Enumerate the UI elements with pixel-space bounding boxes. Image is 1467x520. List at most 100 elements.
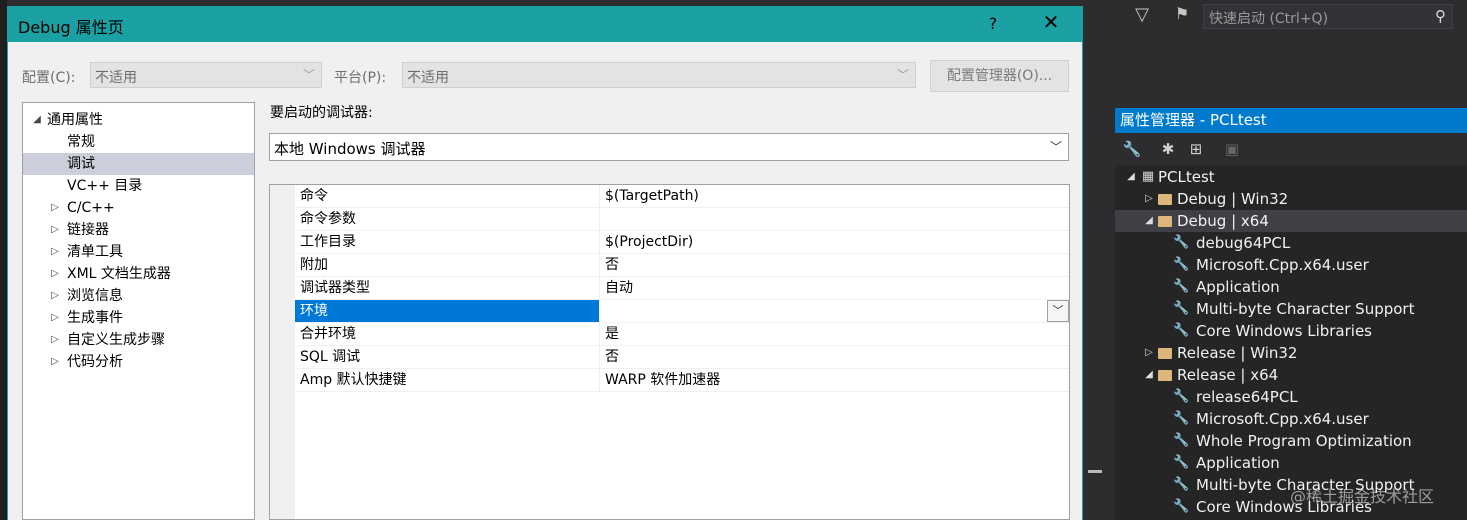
property-tree-item[interactable]: ▷ Release | Win32 bbox=[1115, 342, 1467, 364]
expand-arrow-icon[interactable]: ▷ bbox=[49, 197, 61, 219]
property-tree-item[interactable]: 🔧 Multi-byte Character Support bbox=[1115, 298, 1467, 320]
property-row[interactable]: 工作目录 $(ProjectDir) bbox=[295, 231, 1069, 254]
property-value[interactable]: $(TargetPath) bbox=[600, 185, 1069, 207]
editor-background bbox=[0, 0, 7, 520]
property-name: 命令参数 bbox=[295, 208, 600, 230]
nav-item[interactable]: ▷ 自定义生成步骤 bbox=[23, 329, 254, 351]
nav-item[interactable]: ◢ 通用属性 bbox=[23, 109, 254, 131]
nav-item[interactable]: ▷ 清单工具 bbox=[23, 241, 254, 263]
property-sheet-icon: 🔧 bbox=[1173, 499, 1190, 514]
property-row[interactable]: 命令 $(TargetPath) bbox=[295, 185, 1069, 208]
property-value[interactable]: 否 bbox=[600, 346, 1069, 368]
expand-arrow-icon[interactable]: ▷ bbox=[1143, 188, 1155, 210]
collapse-arrow-icon[interactable]: ◢ bbox=[1143, 364, 1155, 386]
nav-item-label: 代码分析 bbox=[67, 354, 123, 370]
nav-item-label: 常规 bbox=[67, 134, 95, 150]
expand-arrow-icon[interactable]: ▷ bbox=[49, 285, 61, 307]
folder-icon bbox=[1158, 194, 1172, 205]
nav-item[interactable]: ▷ 代码分析 bbox=[23, 351, 254, 373]
vertical-scrollbar[interactable] bbox=[1086, 130, 1104, 520]
scrollbar-thumb[interactable] bbox=[1088, 470, 1102, 473]
property-tree-item[interactable]: 🔧 release64PCL bbox=[1115, 386, 1467, 408]
config-manager-button[interactable]: 配置管理器(O)... bbox=[930, 60, 1069, 92]
property-value[interactable]: 是 bbox=[600, 323, 1069, 345]
chevron-down-icon[interactable]: ﹀ bbox=[1047, 300, 1069, 322]
property-tree-label: Release | Win32 bbox=[1177, 344, 1298, 362]
property-name: 命令 bbox=[295, 185, 600, 207]
property-name: Amp 默认快捷键 bbox=[295, 369, 600, 391]
save-icon[interactable]: ▣ bbox=[1221, 138, 1243, 160]
debugger-select[interactable]: 本地 Windows 调试器 ﹀ bbox=[269, 133, 1069, 161]
config-select[interactable]: 不适用 ﹀ bbox=[90, 62, 322, 88]
expand-arrow-icon[interactable]: ▷ bbox=[1143, 342, 1155, 364]
expand-arrow-icon[interactable]: ▷ bbox=[49, 351, 61, 373]
property-value[interactable] bbox=[600, 300, 1069, 322]
collapse-arrow-icon[interactable]: ◢ bbox=[31, 109, 43, 131]
help-button[interactable]: ? bbox=[978, 14, 1008, 33]
dialog-title: Debug 属性页 bbox=[18, 18, 124, 37]
collapse-arrow-icon[interactable]: ◢ bbox=[1143, 210, 1155, 232]
property-row[interactable]: Amp 默认快捷键 WARP 软件加速器 bbox=[295, 369, 1069, 392]
property-tree-item[interactable]: ▷ Debug | Win32 bbox=[1115, 188, 1467, 210]
chevron-down-icon: ﹀ bbox=[1049, 140, 1062, 154]
property-tree-item[interactable]: 🔧 Microsoft.Cpp.x64.user bbox=[1115, 254, 1467, 276]
expand-arrow-icon[interactable]: ▷ bbox=[49, 307, 61, 329]
nav-item[interactable]: ▷ 链接器 bbox=[23, 219, 254, 241]
property-tree-label: Application bbox=[1196, 454, 1280, 472]
property-tree-item[interactable]: ◢ ▦ PCLtest bbox=[1115, 166, 1467, 188]
expand-arrow-icon[interactable]: ▷ bbox=[49, 241, 61, 263]
property-value[interactable]: 否 bbox=[600, 254, 1069, 276]
filter-icon[interactable]: ▽ bbox=[1130, 4, 1154, 28]
property-row[interactable]: 环境 ﹀ bbox=[295, 300, 1069, 323]
property-value[interactable]: $(ProjectDir) bbox=[600, 231, 1069, 253]
property-tree-item[interactable]: 🔧 debug64PCL bbox=[1115, 232, 1467, 254]
search-icon[interactable]: ⚲ bbox=[1435, 7, 1446, 25]
property-value[interactable] bbox=[600, 208, 1069, 230]
property-tree-item[interactable]: 🔧 Application bbox=[1115, 452, 1467, 474]
property-pages-dialog: Debug 属性页 ? ✕ 配置(C): 不适用 ﹀ 平台(P): 不适用 ﹀ … bbox=[7, 6, 1083, 520]
add-existing-sheet-icon[interactable]: ⊞ bbox=[1185, 138, 1207, 160]
nav-item-label: VC++ 目录 bbox=[67, 178, 143, 194]
feedback-icon[interactable]: ⚑ bbox=[1170, 4, 1194, 28]
property-name: 合并环境 bbox=[295, 323, 600, 345]
expand-arrow-icon[interactable]: ▷ bbox=[49, 263, 61, 285]
add-new-sheet-icon[interactable]: ✱ bbox=[1157, 138, 1179, 160]
folder-icon bbox=[1158, 348, 1172, 359]
expand-arrow-icon[interactable]: ▷ bbox=[49, 219, 61, 241]
property-value[interactable]: WARP 软件加速器 bbox=[600, 369, 1069, 391]
property-row[interactable]: 附加否 bbox=[295, 254, 1069, 277]
nav-item[interactable]: 调试 bbox=[23, 153, 254, 175]
collapse-arrow-icon[interactable]: ◢ bbox=[1125, 166, 1137, 188]
property-grid: 命令 $(TargetPath) 命令参数 工作目录 $(ProjectDir) 附加否调… bbox=[269, 184, 1070, 520]
close-button[interactable]: ✕ bbox=[1036, 10, 1066, 34]
property-name: 调试器类型 bbox=[295, 277, 600, 299]
property-tree-item[interactable]: ◢ Debug | x64 bbox=[1115, 210, 1467, 232]
nav-item[interactable]: 常规 bbox=[23, 131, 254, 153]
property-tree-item[interactable]: ◢ Release | x64 bbox=[1115, 364, 1467, 386]
wrench-icon[interactable]: 🔧 bbox=[1121, 138, 1143, 160]
property-row[interactable]: 合并环境是 bbox=[295, 323, 1069, 346]
property-tree-item[interactable]: 🔧 Application bbox=[1115, 276, 1467, 298]
property-sheet-icon: 🔧 bbox=[1173, 279, 1190, 294]
nav-item[interactable]: ▷ 浏览信息 bbox=[23, 285, 254, 307]
dialog-title-bar: Debug 属性页 ? ✕ bbox=[8, 6, 1082, 42]
quick-launch-input[interactable]: 快速启动 (Ctrl+Q) ⚲ bbox=[1203, 4, 1453, 29]
property-tree-item[interactable]: 🔧 Microsoft.Cpp.x64.user bbox=[1115, 408, 1467, 430]
property-row[interactable]: SQL 调试否 bbox=[295, 346, 1069, 369]
nav-item[interactable]: ▷ XML 文档生成器 bbox=[23, 263, 254, 285]
grid-gutter bbox=[270, 185, 295, 519]
nav-item-label: 调试 bbox=[67, 156, 95, 172]
property-row[interactable]: 命令参数 bbox=[295, 208, 1069, 231]
platform-select[interactable]: 不适用 ﹀ bbox=[402, 62, 916, 88]
property-row[interactable]: 调试器类型 自动 bbox=[295, 277, 1069, 300]
folder-open-icon bbox=[1158, 370, 1172, 381]
nav-item[interactable]: ▷ 生成事件 bbox=[23, 307, 254, 329]
property-tree-item[interactable]: 🔧 Whole Program Optimization bbox=[1115, 430, 1467, 452]
property-sheet-icon: 🔧 bbox=[1173, 433, 1190, 448]
nav-item[interactable]: VC++ 目录 bbox=[23, 175, 254, 197]
property-tree-item[interactable]: 🔧 Core Windows Libraries bbox=[1115, 320, 1467, 342]
property-value[interactable]: 自动 bbox=[600, 277, 1069, 299]
expand-arrow-icon[interactable]: ▷ bbox=[49, 329, 61, 351]
property-tree-label: Microsoft.Cpp.x64.user bbox=[1196, 256, 1369, 274]
nav-item[interactable]: ▷ C/C++ bbox=[23, 197, 254, 219]
